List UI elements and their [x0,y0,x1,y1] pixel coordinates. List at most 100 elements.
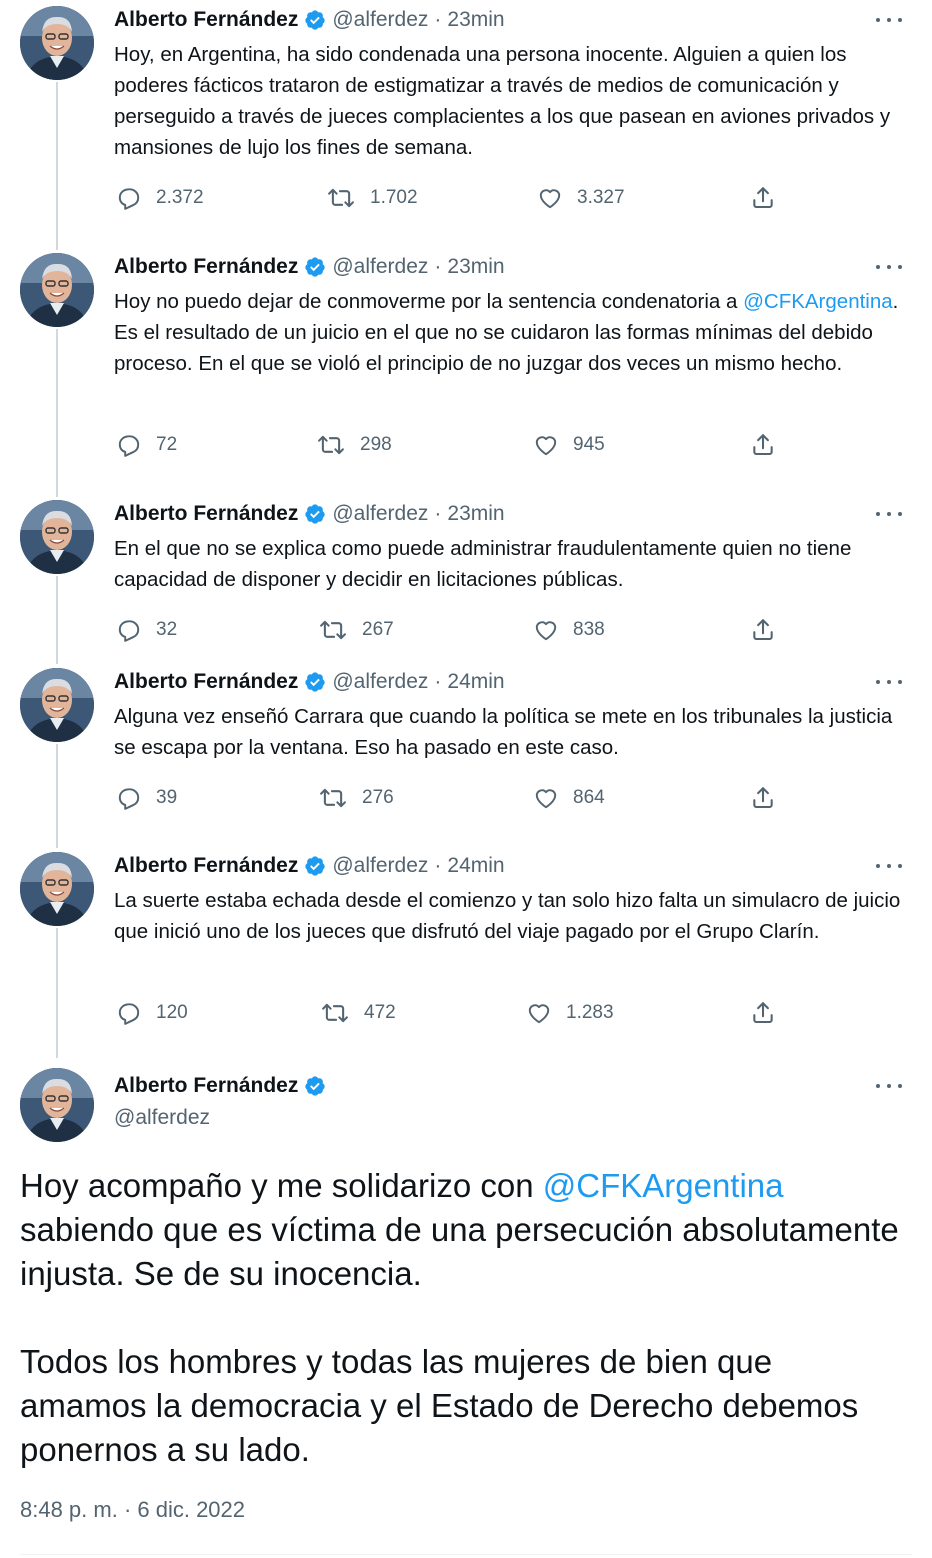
more-icon[interactable] [876,856,902,876]
avatar[interactable] [20,500,94,574]
reply-count: 120 [156,1002,188,1023]
verified-badge-icon [304,671,326,693]
like-icon [526,1000,552,1026]
reply-button[interactable]: 120 [116,998,188,1028]
avatar[interactable] [20,1068,94,1142]
tweet-header: Alberto Fernández @alferdez · 23min [114,6,505,34]
author-handle[interactable]: @alferdez [332,502,428,526]
author-name[interactable]: Alberto Fernández [114,502,298,526]
tweet-header: Alberto Fernández @alferdez · 23min [114,500,505,528]
tweet-text-part: sabiendo que es víctima de una persecuci… [20,1211,899,1292]
retweet-button[interactable]: 298 [316,430,392,460]
retweet-icon [320,1000,350,1026]
separator-dot: · [434,854,442,877]
reply-count: 72 [156,434,178,455]
share-button[interactable] [750,998,776,1028]
author-handle[interactable]: @alferdez [332,670,428,694]
avatar[interactable] [20,668,94,742]
thread-tweet[interactable]: Alberto Fernández @alferdez · 23min En e… [0,500,932,660]
reply-button[interactable]: 39 [116,783,177,813]
more-icon[interactable] [876,672,902,692]
author-handle[interactable]: @alferdez [114,1106,210,1130]
author-handle[interactable]: @alferdez [332,854,428,878]
tweet-time[interactable]: 23min [447,255,504,279]
like-button[interactable]: 1.283 [526,998,614,1028]
like-button[interactable]: 838 [533,615,605,645]
tweet-actions: 2.372 1.702 3.327 [0,183,932,213]
share-icon [750,617,776,643]
retweet-count: 298 [360,434,392,455]
tweet-header: Alberto Fernández [114,1072,326,1100]
thread-tweet[interactable]: Alberto Fernández @alferdez · 24min Algu… [0,668,932,828]
mention-link[interactable]: @CFKArgentina [543,1167,784,1204]
author-name[interactable]: Alberto Fernández [114,854,298,878]
share-button[interactable] [750,430,776,460]
like-button[interactable]: 864 [533,783,605,813]
more-icon[interactable] [876,10,902,30]
verified-badge-icon [304,1075,326,1097]
tweet-actions: 72 298 945 [0,430,932,460]
tweet-text: La suerte estaba echada desde el comienz… [114,889,901,943]
more-icon[interactable] [876,504,902,524]
tweet-text-part: Hoy no puedo dejar de conmoverme por la … [114,290,744,313]
share-button[interactable] [750,615,776,645]
retweet-count: 267 [362,619,394,640]
separator-dot: · [434,8,442,31]
verified-badge-icon [304,9,326,31]
author-name[interactable]: Alberto Fernández [114,670,298,694]
reply-icon [116,1000,142,1026]
main-tweet-paragraph: Todos los hombres y todas las mujeres de… [20,1343,859,1468]
avatar[interactable] [20,6,94,80]
divider [20,1554,912,1555]
tweet-time[interactable]: 24min [447,670,504,694]
more-icon[interactable] [876,1076,902,1096]
tweet-text: Alguna vez enseñó Carrara que cuando la … [114,705,893,759]
retweet-icon [318,785,348,811]
avatar[interactable] [20,852,94,926]
like-count: 864 [573,787,605,808]
tweet-time[interactable]: 24min [447,854,504,878]
reply-icon [116,432,142,458]
share-button[interactable] [750,783,776,813]
reply-button[interactable]: 32 [116,615,177,645]
tweet-timestamp[interactable]: 8:48 p. m. · 6 dic. 2022 [20,1497,245,1523]
retweet-button[interactable]: 276 [318,783,394,813]
author-name[interactable]: Alberto Fernández [114,1074,298,1098]
tweet-time[interactable]: 23min [447,502,504,526]
tweet-text: En el que no se explica como puede admin… [114,537,852,591]
tweet-text: Hoy no puedo dejar de conmoverme por la … [114,286,914,379]
retweet-button[interactable]: 1.702 [326,183,418,213]
thread-tweet[interactable]: Alberto Fernández @alferdez · 23min Hoy,… [0,6,932,246]
tweet-time[interactable]: 23min [447,8,504,32]
author-handle[interactable]: @alferdez [332,8,428,32]
like-icon [537,185,563,211]
main-tweet[interactable]: Alberto Fernández @alferdez [0,1068,932,1158]
reply-button[interactable]: 72 [116,430,177,460]
retweet-count: 1.702 [370,187,418,208]
tweet-actions: 32 267 838 [0,615,932,645]
like-button[interactable]: 945 [533,430,605,460]
verified-badge-icon [304,855,326,877]
retweet-icon [326,185,356,211]
like-icon [533,785,559,811]
like-count: 838 [573,619,605,640]
more-icon[interactable] [876,257,902,277]
author-handle-row: @alferdez [114,1104,210,1132]
mention-link[interactable]: @CFKArgentina [743,290,893,313]
retweet-icon [316,432,346,458]
thread-tweet[interactable]: Alberto Fernández @alferdez · 24min La s… [0,852,932,1052]
retweet-button[interactable]: 472 [320,998,396,1028]
retweet-icon [318,617,348,643]
retweet-button[interactable]: 267 [318,615,394,645]
share-button[interactable] [750,183,776,213]
like-icon [533,617,559,643]
author-name[interactable]: Alberto Fernández [114,8,298,32]
tweet-text-part: Hoy acompaño y me solidarizo con [20,1167,543,1204]
tweet-actions: 39 276 864 [0,783,932,813]
author-handle[interactable]: @alferdez [332,255,428,279]
author-name[interactable]: Alberto Fernández [114,255,298,279]
reply-button[interactable]: 2.372 [116,183,204,213]
thread-tweet[interactable]: Alberto Fernández @alferdez · 23min Hoy … [0,253,932,493]
avatar[interactable] [20,253,94,327]
like-button[interactable]: 3.327 [537,183,625,213]
